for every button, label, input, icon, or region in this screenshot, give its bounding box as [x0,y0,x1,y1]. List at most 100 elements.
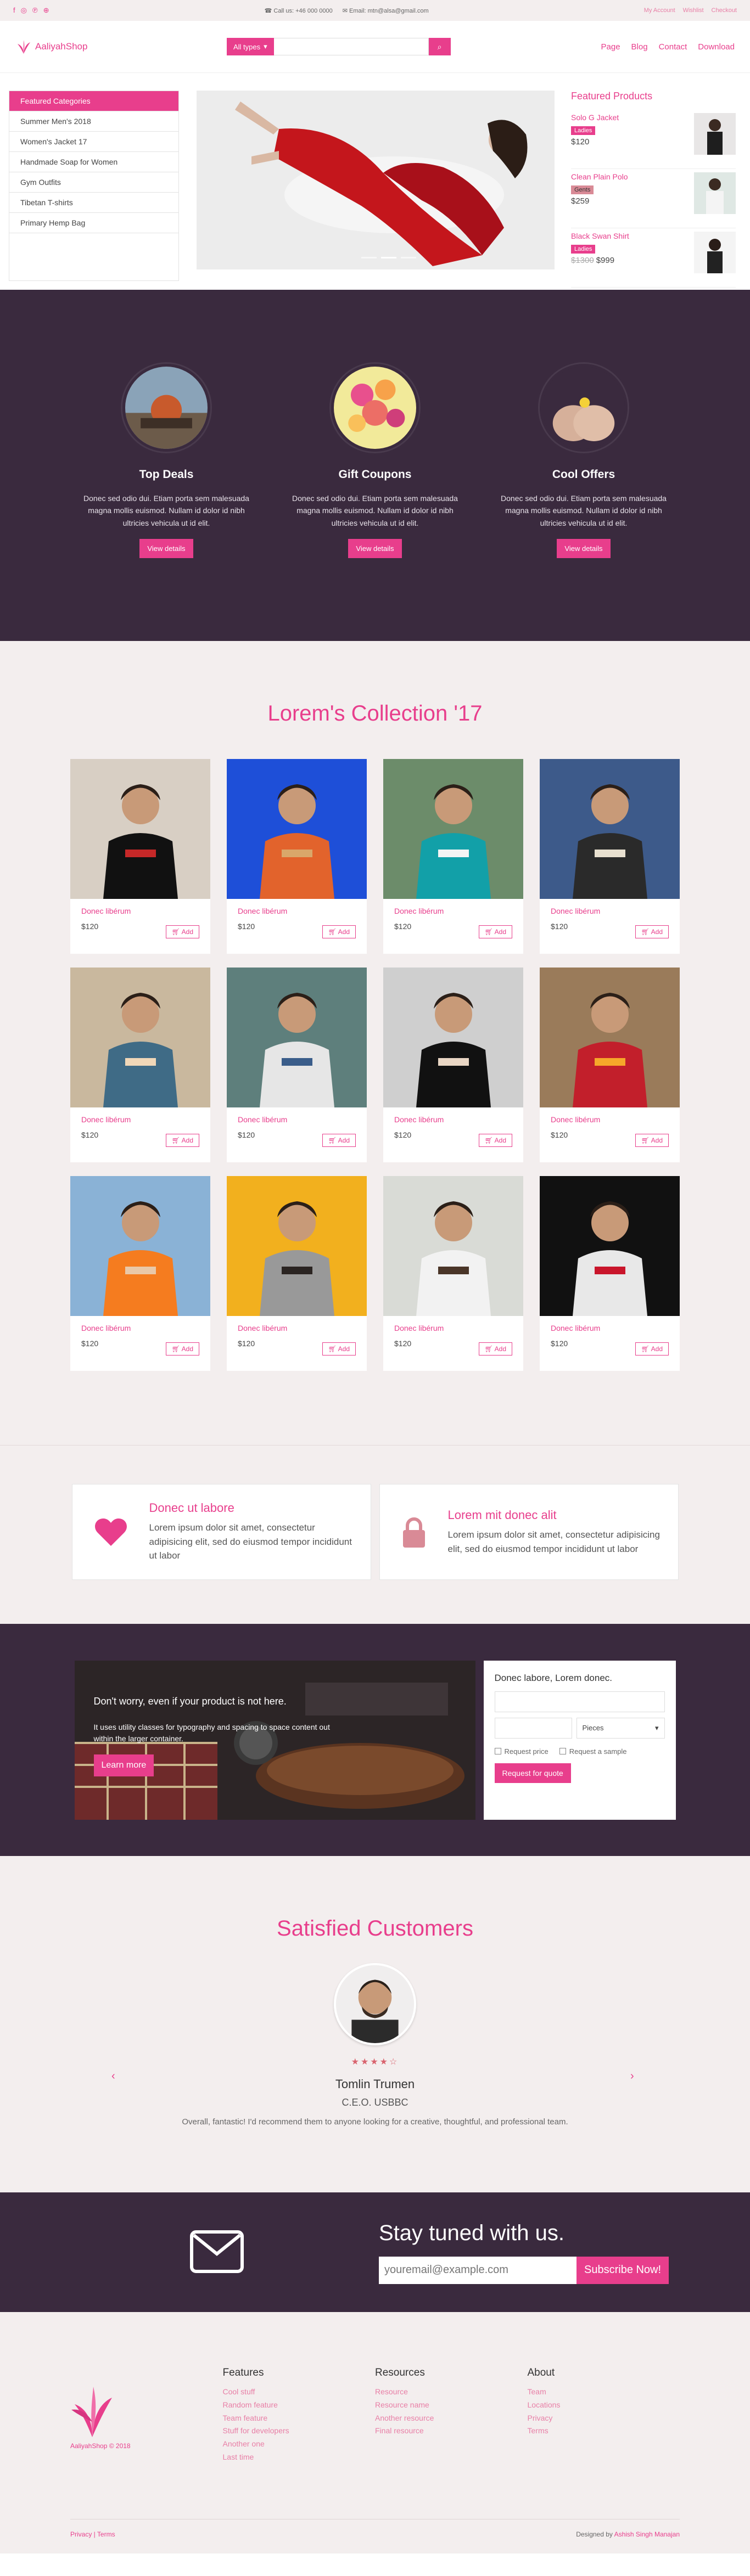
product-card[interactable]: Donec libérum $120 🛒︎ Add [540,1176,680,1371]
add-to-cart-button[interactable]: 🛒︎ Add [478,1342,512,1356]
request-sample-checkbox[interactable]: Request a sample [559,1747,627,1756]
add-to-cart-button[interactable]: 🛒︎ Add [635,1342,669,1356]
product-card[interactable]: Donec libérum $120 🛒︎ Add [227,968,367,1162]
featured-product[interactable]: Solo G Jacket Ladies $120 [571,110,736,169]
product-image[interactable] [383,759,523,899]
add-to-cart-button[interactable]: 🛒︎ Add [165,1134,199,1147]
designer-link[interactable]: Ashish Singh Manajan [614,2530,680,2538]
product-name[interactable]: Donec libérum [81,1324,199,1332]
add-to-cart-button[interactable]: 🛒︎ Add [635,1134,669,1147]
checkout-link[interactable]: Checkout [712,7,737,14]
product-card[interactable]: Donec libérum $120 🛒︎ Add [70,759,210,954]
product-thumbnail[interactable] [694,232,736,273]
category-item[interactable]: Gym Outfits [9,172,178,193]
product-name[interactable]: Donec libérum [394,1115,512,1124]
privacy-terms-link[interactable]: Privacy | Terms [70,2530,115,2538]
product-name[interactable]: Donec libérum [238,1115,356,1124]
category-item[interactable]: Summer Men's 2018 [9,111,178,132]
product-image[interactable] [227,968,367,1107]
view-details-button[interactable]: View details [348,539,402,559]
product-card[interactable]: Donec libérum $120 🛒︎ Add [227,759,367,954]
add-to-cart-button[interactable]: 🛒︎ Add [165,1342,199,1356]
hero-slider[interactable] [197,91,555,269]
slider-dot[interactable] [361,257,377,258]
product-image[interactable] [540,759,680,899]
product-name[interactable]: Donec libérum [551,1115,669,1124]
request-price-checkbox[interactable]: Request price [494,1747,548,1756]
slider-dot[interactable] [401,257,416,258]
product-name[interactable]: Donec libérum [394,1324,512,1332]
footer-link[interactable]: Resource [375,2386,528,2399]
dribbble-icon[interactable]: ⊕ [43,6,49,15]
nav-contact[interactable]: Contact [659,42,687,52]
product-image[interactable] [383,968,523,1107]
category-item[interactable]: Handmade Soap for Women [9,152,178,172]
category-item[interactable]: Tibetan T-shirts [9,193,178,213]
view-details-button[interactable]: View details [139,539,193,559]
search-type-dropdown[interactable]: All types ▾ [227,38,274,55]
request-quote-button[interactable]: Request for quote [494,1763,571,1783]
footer-link[interactable]: Stuff for developers [223,2425,376,2438]
product-card[interactable]: Donec libérum $120 🛒︎ Add [227,1176,367,1371]
site-logo[interactable]: AaliyahShop [15,38,87,55]
chevron-left-icon[interactable]: ‹ [111,2070,115,2083]
add-to-cart-button[interactable]: 🛒︎ Add [322,1342,356,1356]
category-item[interactable]: Primary Hemp Bag [9,213,178,233]
pinterest-icon[interactable]: ℗ [32,6,38,15]
product-card[interactable]: Donec libérum $120 🛒︎ Add [540,968,680,1162]
add-to-cart-button[interactable]: 🛒︎ Add [478,925,512,938]
product-name[interactable]: Donec libérum [238,1324,356,1332]
facebook-icon[interactable]: f [13,6,15,15]
nav-page[interactable]: Page [601,42,620,52]
nav-blog[interactable]: Blog [631,42,648,52]
add-to-cart-button[interactable]: 🛒︎ Add [165,925,199,938]
category-item-featured[interactable]: Featured Categories [9,91,178,111]
unit-select[interactable]: Pieces ▾ [576,1717,665,1739]
instagram-icon[interactable]: ◎ [21,6,27,15]
footer-link[interactable]: Last time [223,2451,376,2464]
featured-product[interactable]: Clean Plain Polo Gents $259 [571,169,736,228]
wishlist-link[interactable]: Wishlist [683,7,704,14]
footer-link[interactable]: Another resource [375,2412,528,2425]
slider-dot-active[interactable] [381,257,396,258]
product-name[interactable]: Donec libérum [394,907,512,915]
product-card[interactable]: Donec libérum $120 🛒︎ Add [70,968,210,1162]
quote-text-input[interactable] [494,1691,665,1712]
product-name[interactable]: Donec libérum [238,907,356,915]
footer-link[interactable]: Final resource [375,2425,528,2438]
product-name[interactable]: Donec libérum [81,1115,199,1124]
product-card[interactable]: Donec libérum $120 🛒︎ Add [383,759,523,954]
chevron-right-icon[interactable]: › [630,2070,634,2083]
quantity-input[interactable] [494,1717,572,1739]
footer-link[interactable]: Resource name [375,2399,528,2412]
learn-more-button[interactable]: Learn more [93,1754,154,1776]
add-to-cart-button[interactable]: 🛒︎ Add [322,1134,356,1147]
product-thumbnail[interactable] [694,172,736,214]
view-details-button[interactable]: View details [557,539,611,559]
product-image[interactable] [383,1176,523,1316]
product-image[interactable] [227,1176,367,1316]
product-name[interactable]: Clean Plain Polo [571,172,628,181]
category-item[interactable]: Women's Jacket 17 [9,132,178,152]
product-name[interactable]: Donec libérum [551,1324,669,1332]
product-name[interactable]: Black Swan Shirt [571,232,629,240]
footer-link[interactable]: Team [528,2386,680,2399]
add-to-cart-button[interactable]: 🛒︎ Add [635,925,669,938]
search-button[interactable]: ⌕ [428,38,451,55]
product-name[interactable]: Donec libérum [551,907,669,915]
footer-link[interactable]: Random feature [223,2399,376,2412]
newsletter-email-input[interactable] [379,2256,577,2284]
footer-link[interactable]: Another one [223,2438,376,2451]
add-to-cart-button[interactable]: 🛒︎ Add [478,1134,512,1147]
product-card[interactable]: Donec libérum $120 🛒︎ Add [383,968,523,1162]
my-account-link[interactable]: My Account [644,7,675,14]
product-image[interactable] [70,1176,210,1316]
product-image[interactable] [540,1176,680,1316]
footer-link[interactable]: Cool stuff [223,2386,376,2399]
add-to-cart-button[interactable]: 🛒︎ Add [322,925,356,938]
product-name[interactable]: Solo G Jacket [571,113,619,122]
subscribe-button[interactable]: Subscribe Now! [577,2256,669,2284]
product-image[interactable] [227,759,367,899]
product-card[interactable]: Donec libérum $120 🛒︎ Add [540,759,680,954]
featured-product[interactable]: Black Swan Shirt Ladies $1300 $999 [571,228,736,288]
